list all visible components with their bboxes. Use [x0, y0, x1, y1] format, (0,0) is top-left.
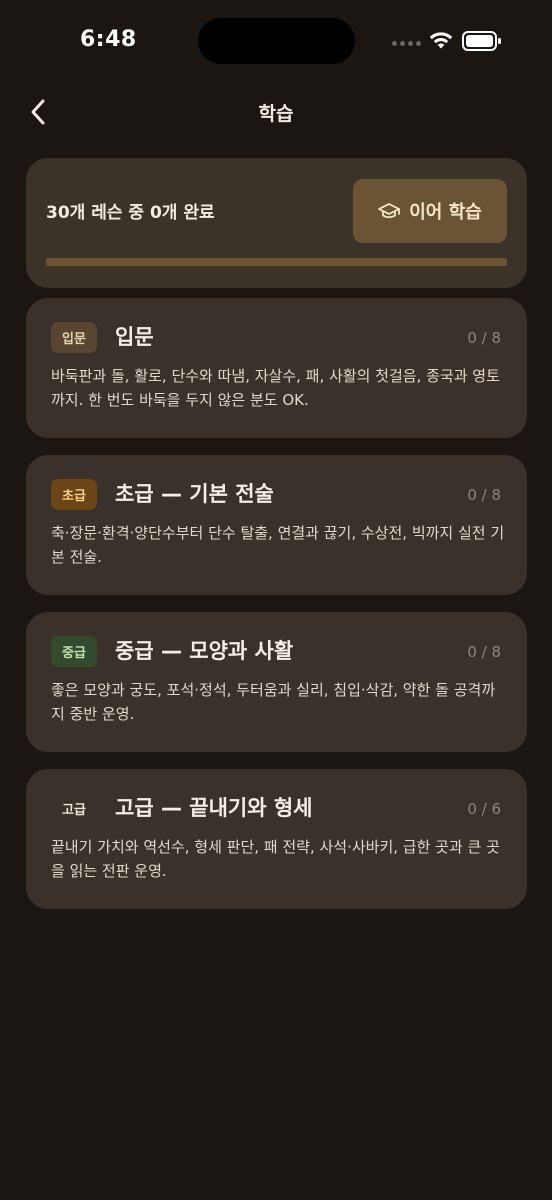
- status-time: 6:48: [80, 27, 137, 52]
- level-progress-count: 0 / 8: [467, 329, 501, 347]
- dynamic-island: [198, 18, 355, 64]
- level-progress-count: 0 / 8: [467, 486, 501, 504]
- graduation-cap-icon: [378, 203, 401, 219]
- level-badge: 중급: [51, 636, 97, 667]
- level-badge: 입문: [51, 322, 97, 353]
- progress-summary: 30개 레슨 중 0개 완료: [46, 203, 215, 223]
- progress-card: 30개 레슨 중 0개 완료 이어 학습: [26, 158, 527, 288]
- level-description: 축·장문·환격·양단수부터 단수 탈출, 연결과 끊기, 수상전, 빅까지 실전…: [51, 524, 505, 566]
- level-card-beginner[interactable]: 입문 입문 0 / 8 바둑판과 돌, 활로, 단수와 따냄, 자살수, 패, …: [26, 298, 527, 438]
- level-card-intermediate[interactable]: 중급 중급 — 모양과 사활 0 / 8 좋은 모양과 궁도, 포석·정석, 두…: [26, 612, 527, 752]
- continue-learning-button[interactable]: 이어 학습: [353, 179, 507, 243]
- level-title: 초급 — 기본 전술: [115, 482, 274, 506]
- level-card-advanced[interactable]: 고급 고급 — 끝내기와 형세 0 / 6 끝내기 가치와 역선수, 형세 판단…: [26, 769, 527, 909]
- level-progress-count: 0 / 6: [467, 800, 501, 818]
- level-badge: 고급: [51, 793, 97, 824]
- continue-learning-label: 이어 학습: [409, 202, 482, 223]
- battery-icon: [462, 31, 501, 51]
- level-badge: 초급: [51, 479, 97, 510]
- page-title: 학습: [258, 103, 294, 125]
- navigation-bar: 학습: [0, 84, 552, 140]
- level-card-elementary[interactable]: 초급 초급 — 기본 전술 0 / 8 축·장문·환격·양단수부터 단수 탈출,…: [26, 455, 527, 595]
- level-progress-count: 0 / 8: [467, 643, 501, 661]
- level-description: 좋은 모양과 궁도, 포석·정석, 두터움과 실리, 침입·삭감, 약한 돌 공…: [51, 681, 496, 723]
- level-description: 끝내기 가치와 역선수, 형세 판단, 패 전략, 사석·사바키, 급한 곳과 …: [51, 838, 500, 880]
- level-title: 입문: [115, 325, 154, 349]
- cellular-signal-icon: [392, 41, 421, 46]
- level-title: 중급 — 모양과 사활: [115, 639, 294, 663]
- level-title: 고급 — 끝내기와 형세: [115, 796, 313, 820]
- wifi-icon: [429, 32, 453, 49]
- level-description: 바둑판과 돌, 활로, 단수와 따냄, 자살수, 패, 사활의 첫걸음, 종국과…: [51, 367, 500, 409]
- status-bar: 6:48: [0, 0, 552, 84]
- progress-bar: [46, 258, 507, 266]
